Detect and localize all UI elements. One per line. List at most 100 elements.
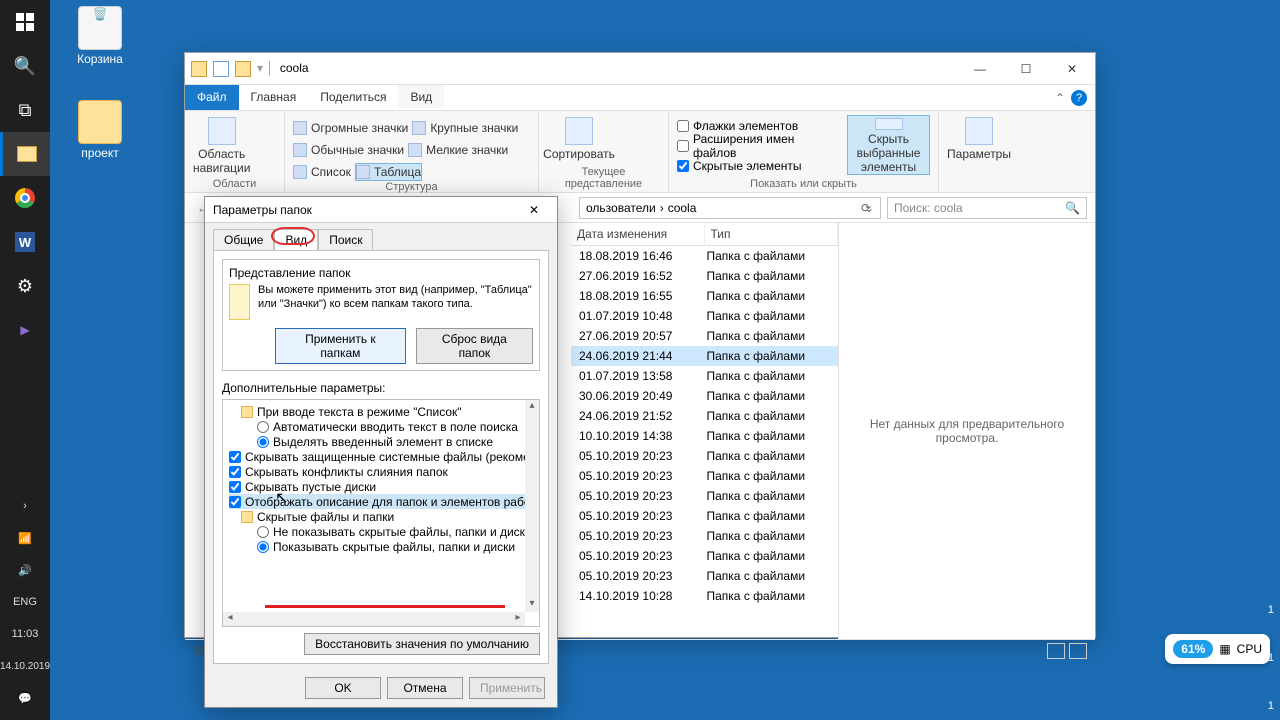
file-list[interactable]: Дата изменения Тип 18.08.2019 16:46Папка… <box>571 223 839 639</box>
refresh-icon[interactable]: ⟳ <box>861 201 881 215</box>
size-columns-icon[interactable] <box>621 149 637 163</box>
chrome-icon[interactable] <box>0 176 50 220</box>
clock-date[interactable]: 14.10.2019 <box>0 650 50 682</box>
scroll-up-icon[interactable]: ▴ <box>525 400 539 414</box>
table-row[interactable]: 27.06.2019 20:57Папка с файлами <box>571 326 838 346</box>
help-icon[interactable]: ? <box>1071 90 1087 106</box>
table-row[interactable]: 14.10.2019 10:28Папка с файлами <box>571 586 838 606</box>
desktop-folder-project[interactable]: проект <box>60 100 140 160</box>
explorer-taskbar-icon[interactable] <box>0 132 50 176</box>
table-row[interactable]: 05.10.2019 20:23Папка с файлами <box>571 546 838 566</box>
chk-show-tooltip[interactable] <box>229 496 241 508</box>
table-row[interactable]: 27.06.2019 16:52Папка с файлами <box>571 266 838 286</box>
add-columns-icon[interactable] <box>621 133 637 147</box>
close-button[interactable]: ✕ <box>1049 54 1095 84</box>
view-details-toggle-icon[interactable] <box>1047 643 1065 659</box>
details-pane-icon[interactable] <box>260 135 276 151</box>
table-row[interactable]: 18.08.2019 16:55Папка с файлами <box>571 286 838 306</box>
minimize-button[interactable]: — <box>957 54 1003 84</box>
sort-button[interactable]: Сортировать <box>547 115 611 163</box>
wifi-icon[interactable]: 📶 <box>18 522 32 554</box>
column-headers[interactable]: Дата изменения Тип <box>571 223 838 246</box>
table-row[interactable]: 18.08.2019 16:46Папка с файлами <box>571 246 838 266</box>
restore-defaults-button[interactable]: Восстановить значения по умолчанию <box>304 633 540 655</box>
lang-indicator[interactable]: ENG <box>13 586 37 618</box>
preview-pane-icon[interactable] <box>260 117 276 133</box>
clock-time[interactable]: 11:03 <box>12 618 39 650</box>
word-icon[interactable]: W <box>0 220 50 264</box>
qat-properties-icon[interactable] <box>213 61 229 77</box>
breadcrumb[interactable]: ользователи›coola ⌄ <box>579 197 881 219</box>
scroll-right-icon[interactable]: ▸ <box>511 612 525 626</box>
dialog-tab-search[interactable]: Поиск <box>318 229 373 250</box>
ribbon-collapse-icon[interactable]: ⌃ <box>1055 91 1065 105</box>
view-medium[interactable]: Обычные значки <box>293 141 404 159</box>
table-row[interactable]: 24.06.2019 21:52Папка с файлами <box>571 406 838 426</box>
radio-dont-show-hidden[interactable] <box>257 526 269 538</box>
notifications-icon[interactable]: 💬 <box>18 682 32 714</box>
radio-show-hidden[interactable] <box>257 541 269 553</box>
dialog-titlebar[interactable]: Параметры папок ✕ <box>205 197 557 223</box>
chk-hide-protected[interactable] <box>229 451 241 463</box>
view-large[interactable]: Крупные значки <box>412 119 518 137</box>
view-thumbs-toggle-icon[interactable] <box>1069 643 1087 659</box>
table-row[interactable]: 10.10.2019 14:38Папка с файлами <box>571 426 838 446</box>
task-view-icon[interactable]: ⧉ <box>0 88 50 132</box>
tab-home[interactable]: Главная <box>239 85 309 110</box>
settings-tree[interactable]: При вводе текста в режиме "Список" Автом… <box>222 399 540 627</box>
nav-pane-button[interactable]: Область навигации <box>193 115 250 175</box>
start-button[interactable] <box>0 0 50 44</box>
reset-folders-button[interactable]: Сброс вида папок <box>416 328 533 364</box>
apply-button[interactable]: Применить <box>469 677 545 699</box>
dialog-tab-general[interactable]: Общие <box>213 229 274 250</box>
recycle-bin[interactable]: 🗑️Корзина <box>60 6 140 66</box>
advanced-settings: Дополнительные параметры: При вводе текс… <box>222 381 540 655</box>
search-icon[interactable]: 🔍 <box>0 44 50 88</box>
tab-file[interactable]: Файл <box>185 85 239 110</box>
search-input[interactable]: Поиск: coola🔍 <box>887 197 1087 219</box>
scrollbar-h[interactable] <box>237 612 511 626</box>
dialog-close-button[interactable]: ✕ <box>519 203 549 217</box>
chk-hide-merge[interactable] <box>229 466 241 478</box>
table-row[interactable]: 05.10.2019 20:23Папка с файлами <box>571 566 838 586</box>
table-row[interactable]: 05.10.2019 20:23Папка с файлами <box>571 446 838 466</box>
titlebar[interactable]: ▾ │ coola — ☐ ✕ <box>185 53 1095 85</box>
tab-view[interactable]: Вид <box>398 85 444 110</box>
dialog-tab-view[interactable]: Вид <box>274 229 318 250</box>
view-list[interactable]: Список <box>293 163 351 181</box>
scroll-left-icon[interactable]: ◂ <box>223 612 237 626</box>
table-row[interactable]: 24.06.2019 21:44Папка с файлами <box>571 346 838 366</box>
table-row[interactable]: 05.10.2019 20:23Папка с файлами <box>571 466 838 486</box>
tab-share[interactable]: Поделиться <box>308 85 398 110</box>
table-row[interactable]: 05.10.2019 20:23Папка с файлами <box>571 506 838 526</box>
table-row[interactable]: 01.07.2019 13:58Папка с файлами <box>571 366 838 386</box>
table-row[interactable]: 05.10.2019 20:23Папка с файлами <box>571 526 838 546</box>
scrollbar-v[interactable] <box>525 414 539 598</box>
scroll-down-icon[interactable]: ▾ <box>525 598 539 612</box>
volume-icon[interactable]: 🔊 <box>18 554 32 586</box>
hide-selected-button[interactable]: Скрыть выбранные элементы <box>847 115 930 175</box>
table-row[interactable]: 30.06.2019 20:49Папка с файлами <box>571 386 838 406</box>
media-icon[interactable]: ▶ <box>0 308 50 352</box>
cpu-widget[interactable]: 61% ▦ CPU <box>1165 634 1270 664</box>
radio-auto-search[interactable] <box>257 421 269 433</box>
table-row[interactable]: 01.07.2019 10:48Папка с файлами <box>571 306 838 326</box>
chk-hidden-items[interactable]: Скрытые элементы <box>677 157 839 175</box>
table-row[interactable]: 05.10.2019 20:23Папка с файлами <box>571 486 838 506</box>
ok-button[interactable]: OK <box>305 677 381 699</box>
apply-to-folders-button[interactable]: Применить к папкам <box>275 328 406 364</box>
widget-badge: 1 <box>1268 604 1274 616</box>
view-extra-large[interactable]: Огромные значки <box>293 119 408 137</box>
maximize-button[interactable]: ☐ <box>1003 54 1049 84</box>
chk-hide-empty[interactable] <box>229 481 241 493</box>
settings-icon[interactable]: ⚙ <box>0 264 50 308</box>
options-button[interactable]: Параметры <box>947 115 1011 161</box>
qat-open-icon[interactable] <box>235 61 251 77</box>
radio-select-item[interactable] <box>257 436 269 448</box>
group-by-icon[interactable] <box>621 117 637 131</box>
cancel-button[interactable]: Отмена <box>387 677 463 699</box>
chk-file-extensions[interactable]: Расширения имен файлов <box>677 137 839 155</box>
tray-expand-icon[interactable]: › <box>23 490 27 522</box>
view-details[interactable]: Таблица <box>355 163 422 181</box>
view-small[interactable]: Мелкие значки <box>408 141 508 159</box>
